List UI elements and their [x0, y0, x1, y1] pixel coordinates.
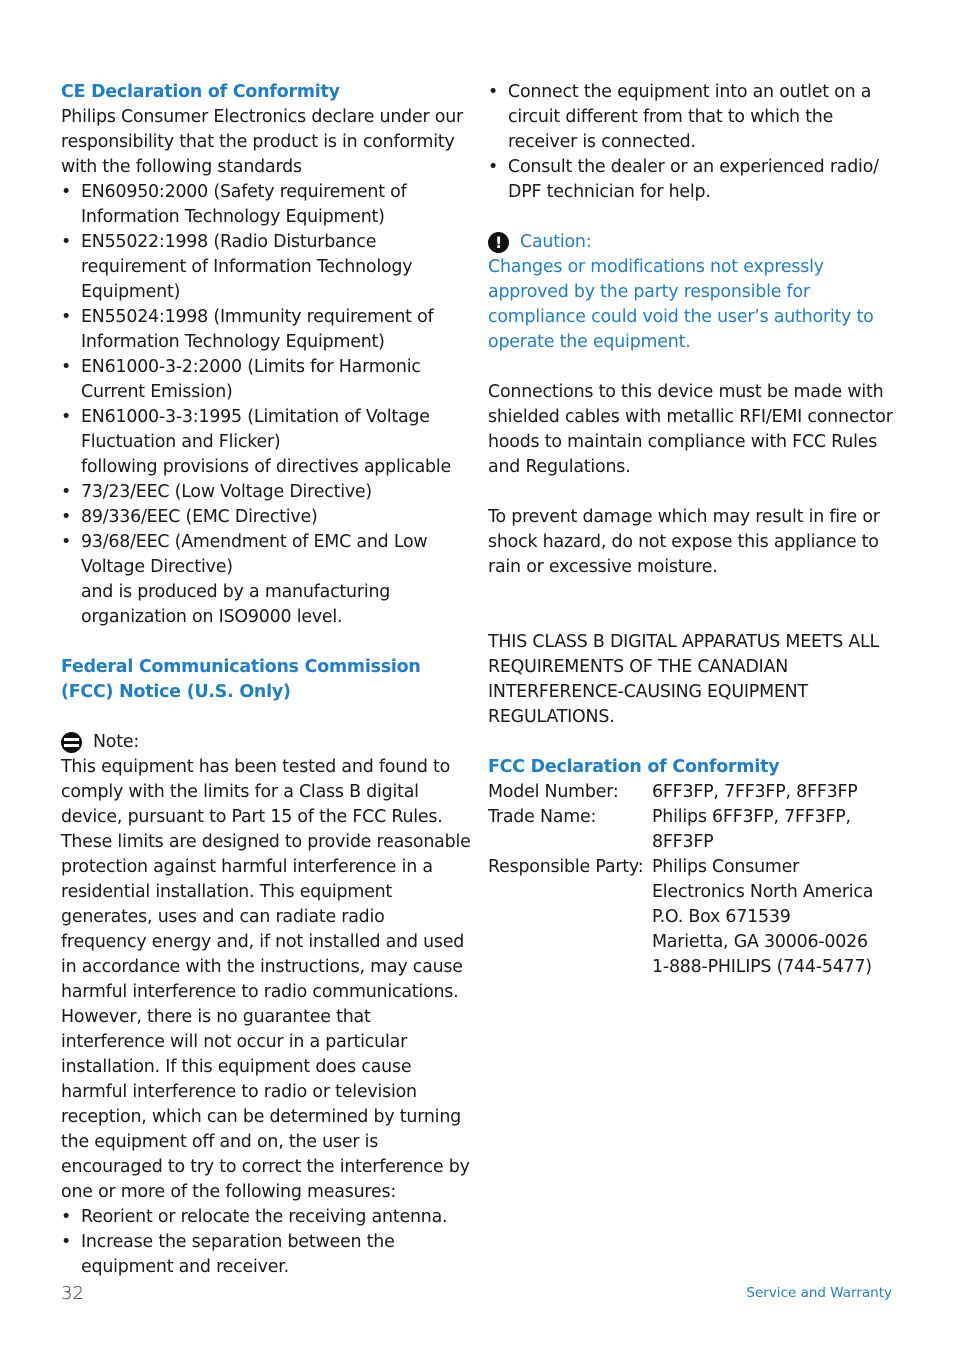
directives-list: 73/23/EEC (Low Voltage Directive) 89/336… [61, 480, 471, 580]
prevent-text: To prevent damage which may result in fi… [488, 507, 880, 577]
list-item: EN55022:1998 (Radio Disturbance requirem… [61, 230, 471, 305]
list-item: EN55024:1998 (Immunity requirement of In… [61, 305, 471, 355]
canadian-text: THIS CLASS B DIGITAL APPARATUS MEETS ALL… [488, 632, 880, 727]
party-line: Philips Consumer [652, 857, 800, 877]
party-line: Marietta, GA 30006-0026 [652, 932, 868, 952]
party-value: Philips Consumer Electronics North Ameri… [652, 855, 898, 980]
ce-heading: CE Declaration of Conformity [61, 82, 340, 102]
section-label: Service and Warranty [746, 1285, 892, 1301]
ce-intro: Philips Consumer Electronics declare und… [61, 107, 464, 177]
note-label: Note: [93, 732, 140, 752]
fcc-heading: Federal Communications Commission (FCC) … [61, 657, 421, 702]
measures-list-continued: Connect the equipment into an outlet on … [488, 80, 898, 205]
list-item: EN60950:2000 (Safety requirement of Info… [61, 180, 471, 230]
note-row: Note: [61, 730, 471, 755]
list-item: Consult the dealer or an experienced rad… [488, 155, 898, 205]
page-number: 32 [61, 1283, 84, 1304]
list-item: EN61000-3-3:1995 (Limitation of Voltage … [61, 405, 471, 455]
connections-text: Connections to this device must be made … [488, 382, 893, 477]
caution-row: ! Caution: [488, 230, 898, 255]
list-item: EN61000-3-2:2000 (Limits for Harmonic Cu… [61, 355, 471, 405]
trade-value: Philips 6FF3FP, 7FF3FP, 8FF3FP [652, 807, 851, 852]
exclamation-icon: ! [488, 232, 509, 253]
right-column: Connect the equipment into an outlet on … [488, 80, 898, 980]
party-line: P.O. Box 671539 [652, 907, 791, 927]
iso-text: and is produced by a manufacturing organ… [81, 582, 391, 627]
directives-intro: following provisions of directives appli… [81, 457, 452, 477]
caution-body: Changes or modifications not expressly a… [488, 257, 874, 352]
list-item: Connect the equipment into an outlet on … [488, 80, 898, 155]
fcc-doc-details: Model Number: 6FF3FP, 7FF3FP, 8FF3FP Tra… [488, 780, 898, 980]
party-label: Responsible Party: [488, 857, 644, 877]
fcc-doc-heading: FCC Declaration of Conformity [488, 757, 780, 777]
party-line: 1-888-PHILIPS (744-5477) [652, 957, 872, 977]
trade-label: Trade Name: [488, 807, 597, 827]
note-body: This equipment has been tested and found… [61, 757, 471, 1202]
list-item: 73/23/EEC (Low Voltage Directive) [61, 480, 471, 505]
party-line: Electronics North America [652, 882, 874, 902]
model-value: 6FF3FP, 7FF3FP, 8FF3FP [652, 782, 858, 802]
caution-label: Caution: [520, 232, 592, 252]
left-column: CE Declaration of Conformity Philips Con… [61, 80, 471, 1280]
model-label: Model Number: [488, 782, 619, 802]
list-item: 93/68/EEC (Amendment of EMC and Low Volt… [61, 530, 471, 580]
note-icon [61, 732, 82, 753]
list-item: Reorient or relocate the receiving anten… [61, 1205, 471, 1230]
list-item: Increase the separation between the equi… [61, 1230, 471, 1280]
standards-list: EN60950:2000 (Safety requirement of Info… [61, 180, 471, 455]
measures-list: Reorient or relocate the receiving anten… [61, 1205, 471, 1280]
list-item: 89/336/EEC (EMC Directive) [61, 505, 471, 530]
